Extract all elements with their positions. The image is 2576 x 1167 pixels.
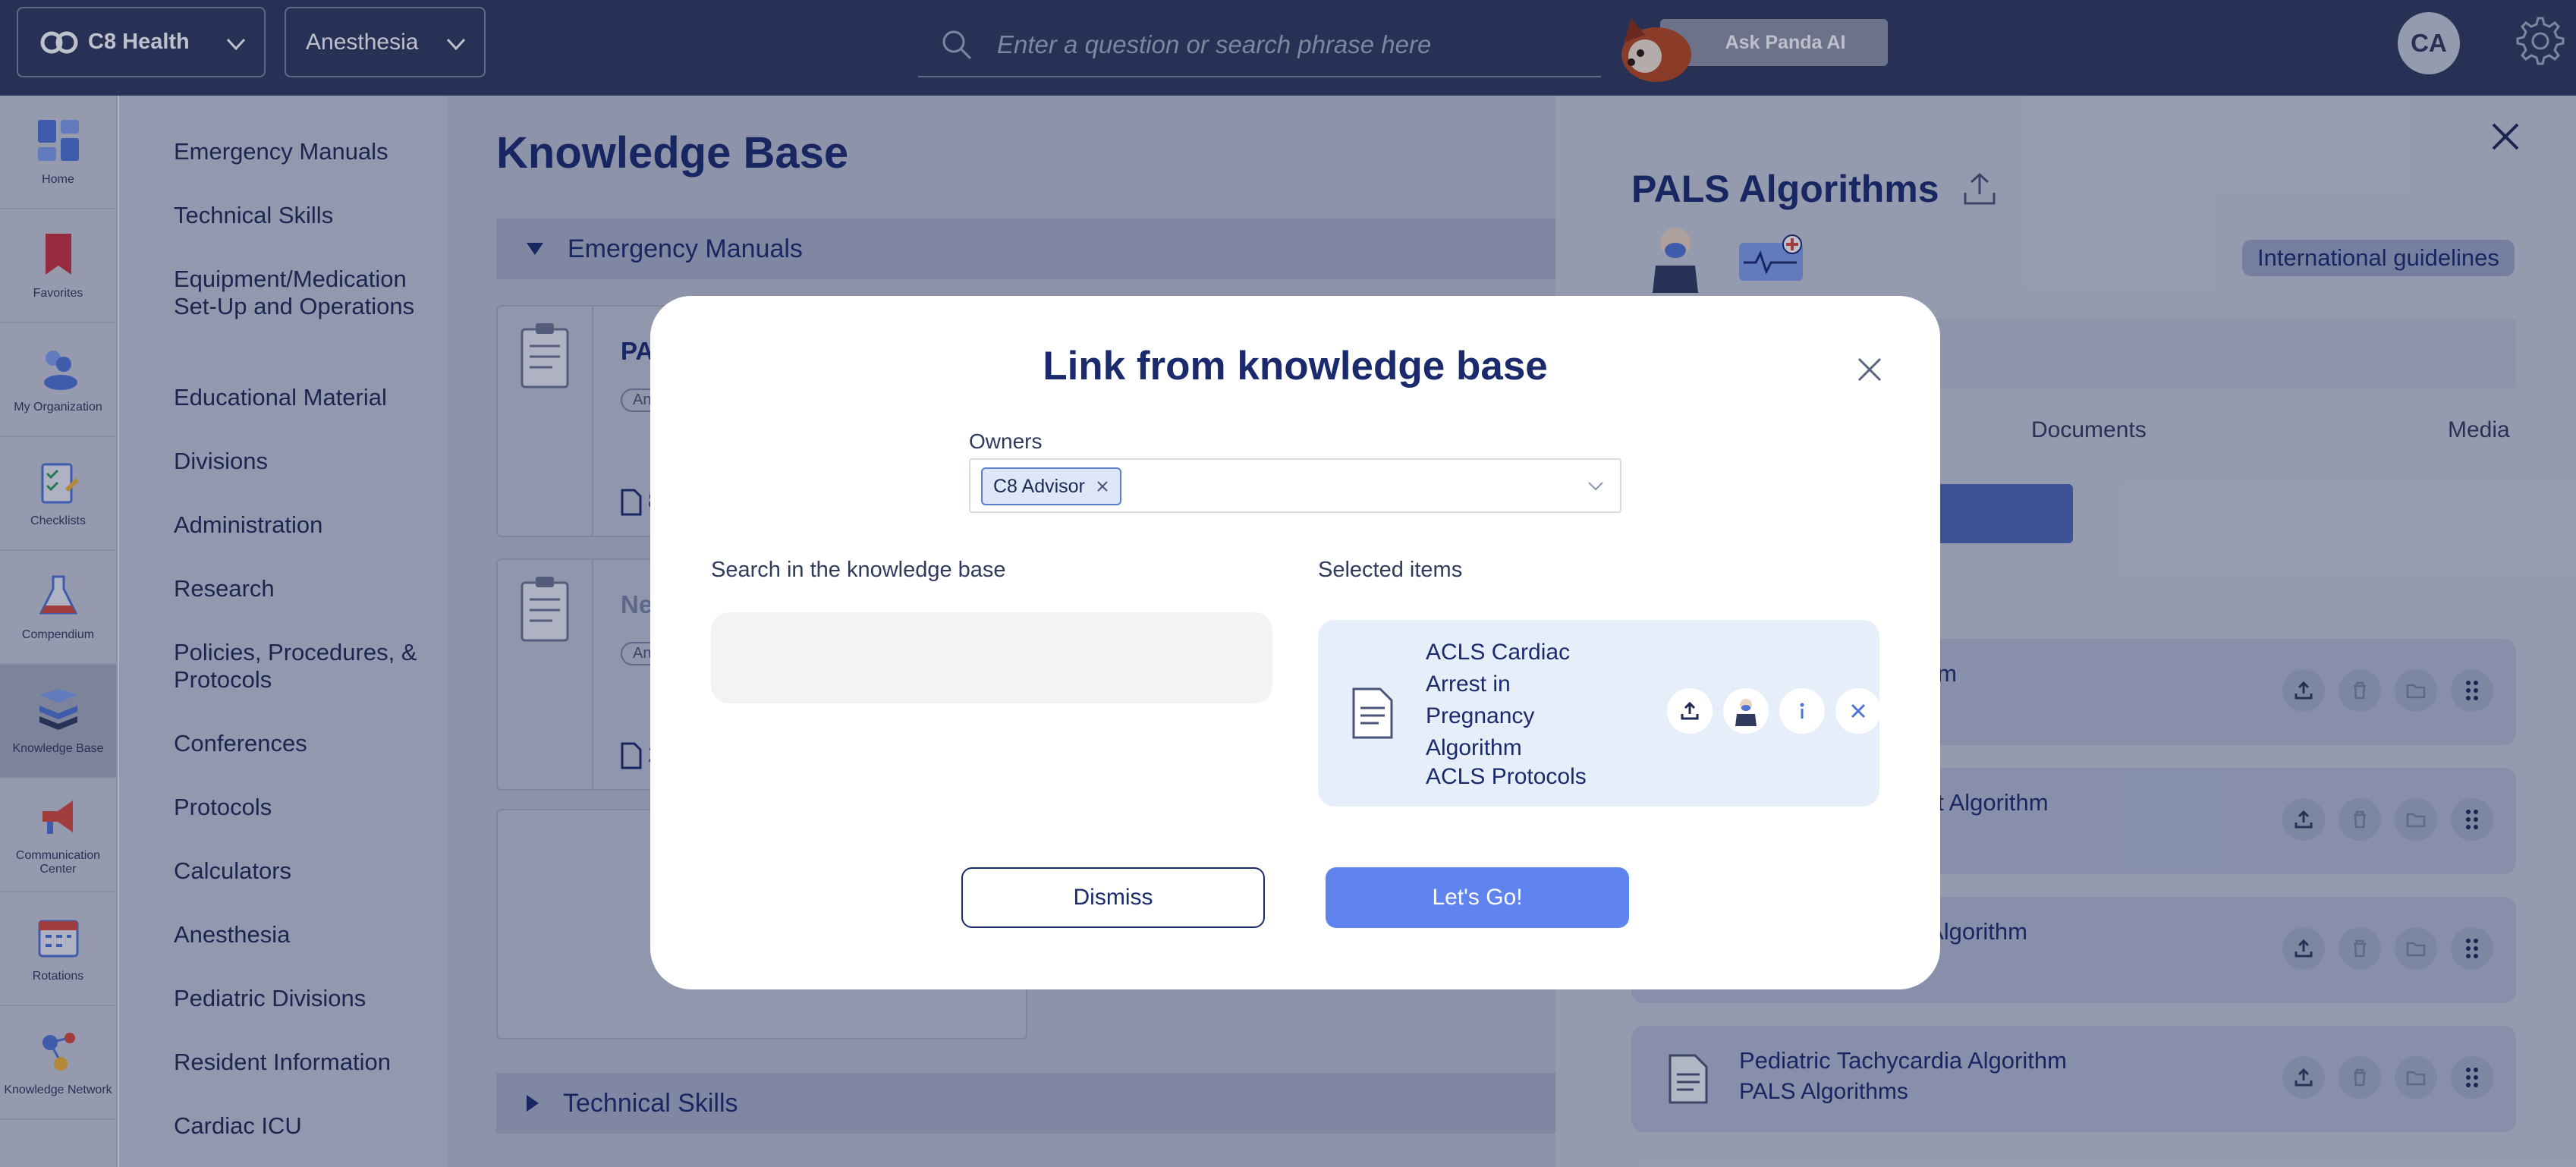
owners-select[interactable]: C8 Advisor [969,458,1621,513]
owner-chip-label: C8 Advisor [993,475,1085,497]
remove-chip-icon[interactable] [1096,480,1109,493]
selected-items-label: Selected items [1318,558,1463,582]
selected-item-actions [1667,688,1881,734]
doctor-icon[interactable] [1723,688,1769,734]
dismiss-button[interactable]: Dismiss [961,867,1265,928]
chevron-down-icon[interactable] [1587,478,1605,493]
info-icon[interactable] [1779,688,1825,734]
selected-item-source: ACLS Protocols [1426,764,1587,789]
close-icon[interactable] [1853,353,1886,386]
document-icon [1352,687,1393,739]
owners-label: Owners [969,429,1043,453]
upload-icon[interactable] [1667,688,1713,734]
remove-icon[interactable] [1835,688,1881,734]
kb-search-box[interactable] [711,612,1272,703]
search-kb-label: Search in the knowledge base [711,558,1006,582]
modal-title: Link from knowledge base [1043,344,1548,388]
lets-go-button[interactable]: Let's Go! [1326,867,1629,928]
selected-item-name: ACLS Cardiac Arrest in Pregnancy Algorit… [1426,640,1571,760]
owner-chip: C8 Advisor [981,467,1121,505]
link-from-kb-modal: Link from knowledge base Owners C8 Advis… [650,296,1940,989]
selected-item: ACLS Cardiac Arrest in Pregnancy Algorit… [1318,620,1881,807]
